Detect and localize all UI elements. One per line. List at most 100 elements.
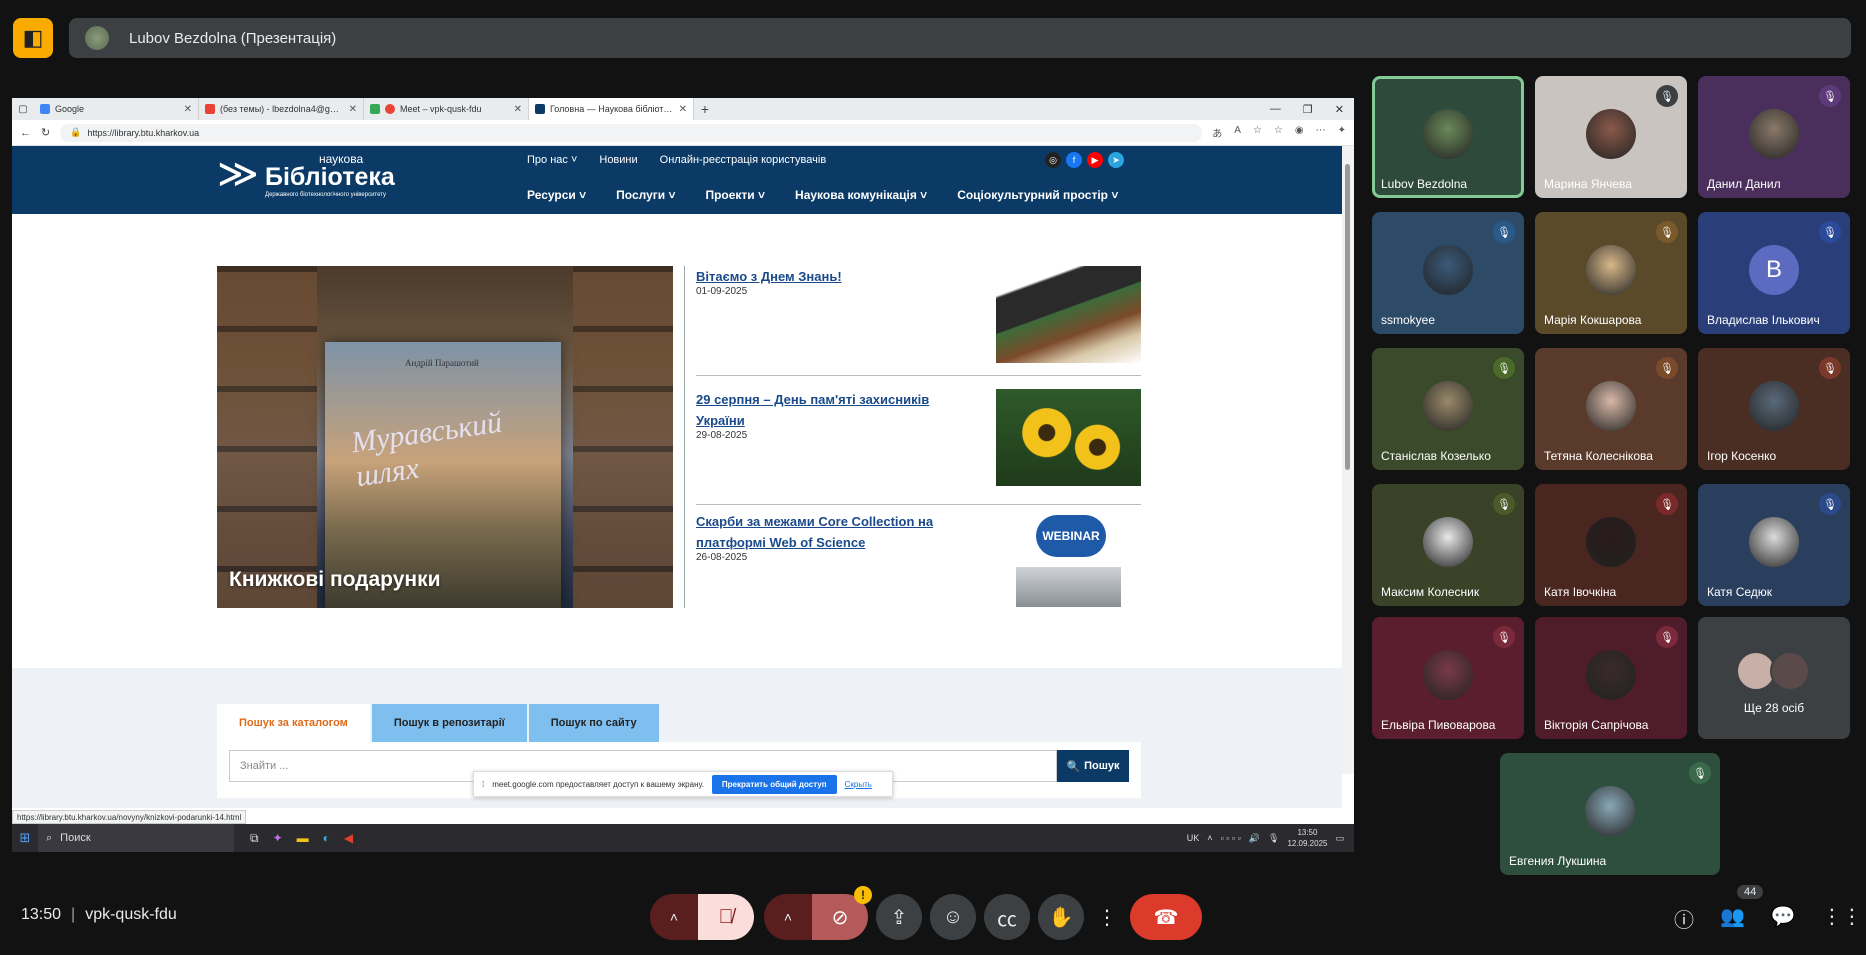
news-title-link[interactable]: 29 серпня – День пам'яті захисників Укра…: [696, 389, 976, 431]
mic-options-button[interactable]: ˄: [650, 894, 698, 940]
notifications-icon[interactable]: ▭: [1335, 833, 1344, 844]
chat-icon[interactable]: 💬: [1771, 904, 1796, 933]
more-options-button[interactable]: ⋮: [1092, 894, 1122, 940]
search-tabs: Пошук за каталогом Пошук в репозитарії П…: [217, 704, 659, 742]
participant-tile[interactable]: 🎙 Станіслав Козелько: [1372, 348, 1524, 470]
task-view-icon[interactable]: ⧉: [250, 831, 259, 846]
more-participants-tile[interactable]: Ще 28 осіб: [1698, 617, 1850, 739]
taskbar-search[interactable]: ⌕ Поиск: [38, 824, 234, 852]
avatar: [1423, 109, 1473, 159]
instagram-icon[interactable]: ◎: [1045, 152, 1061, 168]
participant-tile[interactable]: 🎙 Марія Кокшарова: [1535, 212, 1687, 334]
participant-tile[interactable]: 🎙 Ігор Косенко: [1698, 348, 1850, 470]
tab-site-search[interactable]: Пошук по сайту: [528, 704, 659, 742]
nav-science-communication[interactable]: Наукова комунікація ˅: [795, 188, 927, 202]
tab-repository-search[interactable]: Пошук в репозитарії: [371, 704, 527, 742]
participant-tile[interactable]: 🎙 Максим Колесник: [1372, 484, 1524, 606]
reload-icon[interactable]: ↻: [41, 126, 50, 139]
favorites-bar-icon[interactable]: ☆: [1274, 125, 1283, 140]
participant-tile[interactable]: B 🎙 Владислав Ількович: [1698, 212, 1850, 334]
nav-resources[interactable]: Ресурси ˅: [527, 188, 586, 202]
browser-tab-active[interactable]: Головна — Наукова бібліотека Д ✕: [529, 98, 694, 120]
translate-icon[interactable]: あ: [1212, 125, 1222, 140]
more-icon[interactable]: ⋯: [1316, 125, 1326, 140]
raise-hand-button[interactable]: ✋: [1038, 894, 1084, 940]
nav-registration[interactable]: Онлайн-реєстрація користувачів: [660, 154, 827, 166]
windows-start-icon[interactable]: ⊞: [12, 830, 38, 846]
page-scrollbar[interactable]: [1342, 146, 1354, 774]
hero-caption[interactable]: Книжкові подарунки: [229, 568, 441, 592]
sidebar-toggle-icon[interactable]: ▢: [12, 104, 34, 115]
participant-tile[interactable]: 🎙 Катя Івочкіна: [1535, 484, 1687, 606]
browser-tab[interactable]: Meet – vpk-qusk-fdu ✕: [364, 98, 529, 120]
tab-catalog-search[interactable]: Пошук за каталогом: [217, 704, 370, 742]
search-button[interactable]: 🔍 Пошук: [1057, 750, 1129, 782]
new-tab-icon[interactable]: +: [694, 101, 716, 117]
read-aloud-icon[interactable]: A: [1234, 125, 1241, 140]
mic-toggle-button[interactable]: 🎙̸: [698, 894, 754, 940]
profile-icon[interactable]: ◉: [1295, 125, 1304, 140]
participant-tile[interactable]: 🎙 Ельвіра Пивоварова: [1372, 617, 1524, 739]
participant-tile[interactable]: 🎙 ssmokyee: [1372, 212, 1524, 334]
tray-icons[interactable]: ▫ ▫ ▫ ▫: [1221, 833, 1241, 843]
close-icon[interactable]: ✕: [184, 104, 192, 115]
nav-about[interactable]: Про нас ˅: [527, 154, 577, 166]
url-field[interactable]: 🔒 https://library.btu.kharkov.ua: [60, 123, 1203, 142]
speaker-icon[interactable]: 🔊: [1249, 833, 1260, 844]
participant-tile[interactable]: 🎙 Тетяна Колеснікова: [1535, 348, 1687, 470]
scrollbar-thumb[interactable]: [1345, 164, 1350, 470]
participant-tile[interactable]: 🎙 Марина Янчева: [1535, 76, 1687, 198]
close-icon[interactable]: ✕: [514, 104, 522, 115]
news-title-link[interactable]: Скарби за межами Core Collection на плат…: [696, 511, 976, 553]
chevron-up-icon: ˄: [783, 909, 793, 925]
close-icon[interactable]: ✕: [349, 104, 357, 115]
taskbar-clock[interactable]: 13:50 12.09.2025: [1287, 827, 1327, 849]
participant-tile[interactable]: 🎙 Вікторія Сапрічова: [1535, 617, 1687, 739]
back-icon[interactable]: ←: [20, 127, 31, 139]
camera-toggle-button[interactable]: ⊘!: [812, 886, 872, 940]
hide-link[interactable]: Скрыть: [845, 780, 872, 789]
camera-options-button[interactable]: ˄: [764, 894, 812, 940]
stop-sharing-button[interactable]: Прекратить общий доступ: [711, 774, 837, 794]
facebook-icon[interactable]: f: [1066, 152, 1082, 168]
sunflowers-image[interactable]: [996, 389, 1141, 486]
hero-slide[interactable]: Андрій Парашотий Муравський шлях Книжков…: [217, 266, 673, 608]
favorite-icon[interactable]: ☆: [1253, 125, 1262, 140]
language-indicator[interactable]: UK: [1187, 833, 1200, 843]
nav-sociocultural[interactable]: Соціокультурний простір ˅: [957, 188, 1118, 202]
participant-tile[interactable]: 🎙 Катя Седюк: [1698, 484, 1850, 606]
bookshelf-right: [573, 266, 673, 608]
chevron-up-icon[interactable]: ˄: [1207, 833, 1212, 843]
microphone-icon[interactable]: 🎙: [1268, 833, 1279, 844]
minimize-icon[interactable]: —: [1270, 103, 1281, 116]
telegram-icon[interactable]: ➤: [1108, 152, 1124, 168]
browser-tab[interactable]: (без темы) - lbezdolna4@gmail.c ✕: [199, 98, 364, 120]
copilot-icon[interactable]: ✦: [1338, 125, 1346, 140]
reactions-button[interactable]: ☺: [930, 894, 976, 940]
leave-call-button[interactable]: ☎: [1130, 894, 1202, 940]
browser-tab[interactable]: Google ✕: [34, 98, 199, 120]
nav-services[interactable]: Послуги ˅: [616, 188, 675, 202]
file-explorer-icon[interactable]: ▬: [297, 831, 309, 846]
present-screen-button[interactable]: ⇪: [876, 894, 922, 940]
graduation-cap-image[interactable]: [996, 266, 1141, 363]
news-title-link[interactable]: Вітаємо з Днем Знань!: [696, 266, 976, 287]
participant-tile[interactable]: 🎙 Евгения Лукшина: [1500, 753, 1720, 875]
info-icon[interactable]: ⓘ: [1674, 904, 1694, 933]
drag-handle-icon[interactable]: ⁞: [482, 780, 484, 789]
participant-tile[interactable]: 🎙 Данил Данил: [1698, 76, 1850, 198]
apps-grid-icon[interactable]: ⋮⋮: [1822, 904, 1862, 933]
nav-projects[interactable]: Проекти ˅: [705, 188, 765, 202]
people-icon[interactable]: 👥: [1720, 904, 1745, 933]
captions-button[interactable]: ㏄: [984, 894, 1030, 940]
edge-icon[interactable]: ◐: [323, 831, 330, 846]
restore-icon[interactable]: ❐: [1303, 103, 1313, 116]
close-window-icon[interactable]: ✕: [1335, 103, 1344, 116]
app-icon[interactable]: ◀: [344, 831, 353, 846]
close-icon[interactable]: ✕: [679, 104, 687, 115]
nav-news[interactable]: Новини: [599, 154, 637, 166]
copilot-app-icon[interactable]: ✦: [273, 831, 283, 846]
youtube-icon[interactable]: ▶: [1087, 152, 1103, 168]
participant-tile[interactable]: Lubov Bezdolna: [1372, 76, 1524, 198]
webinar-image[interactable]: WEBINAR: [996, 511, 1141, 608]
